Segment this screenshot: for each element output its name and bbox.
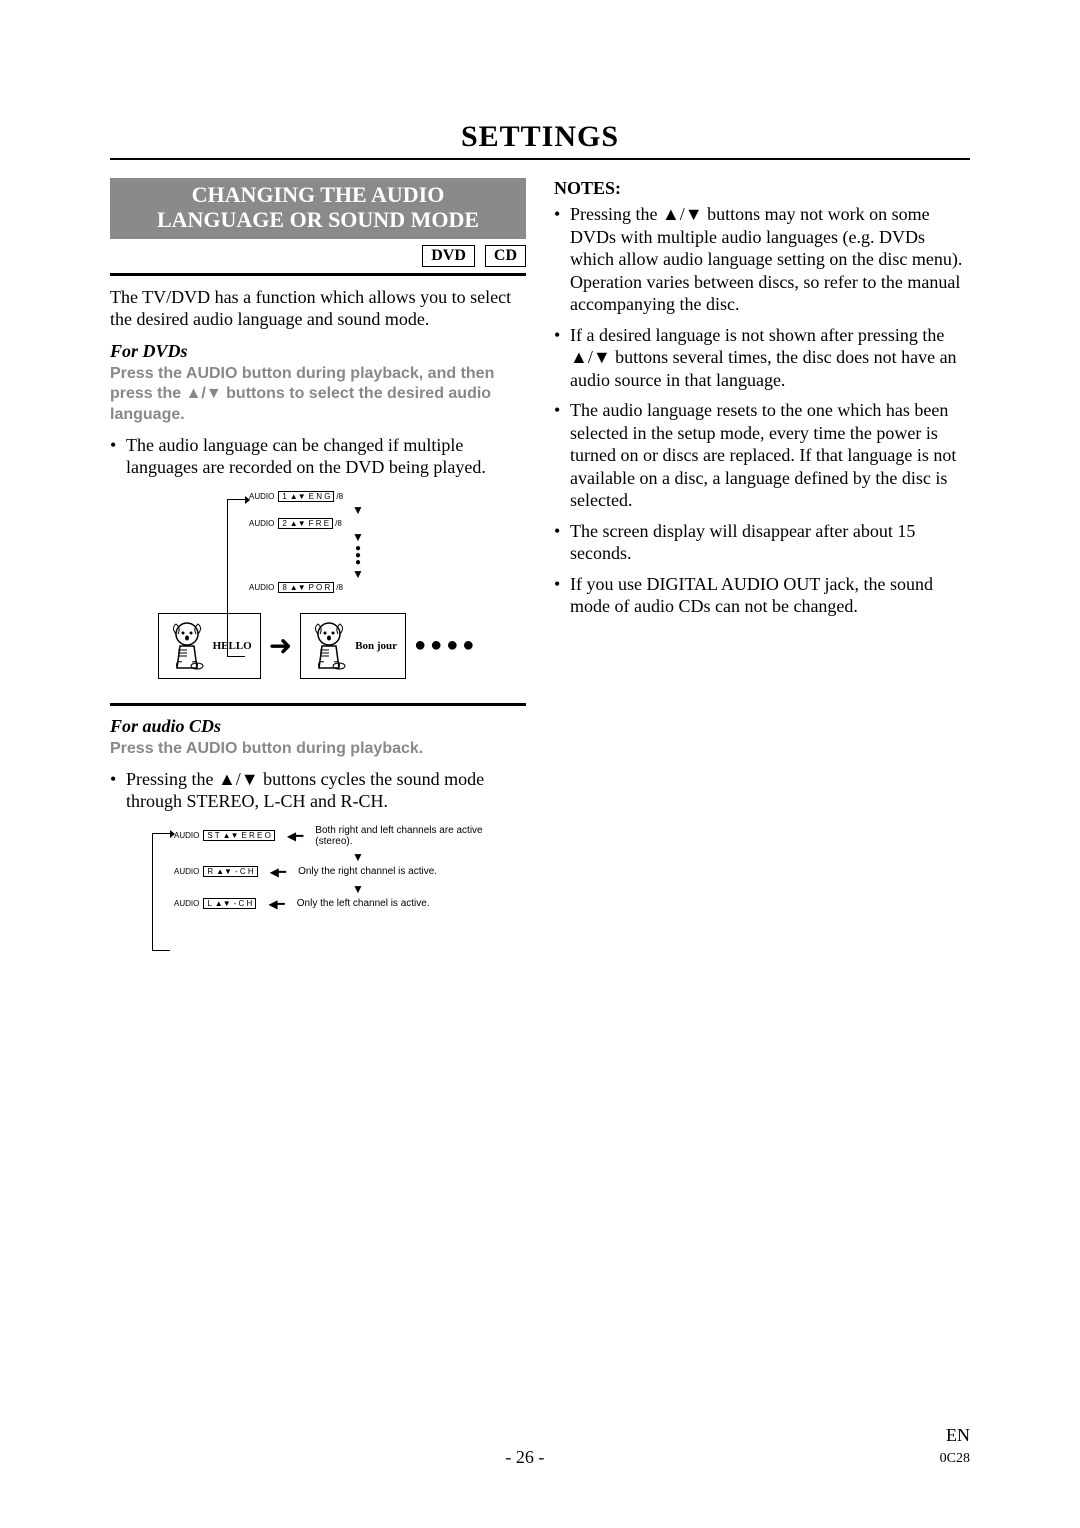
audio-label: AUDIO: [174, 831, 199, 840]
cd-desc: Only the left channel is active.: [297, 898, 508, 909]
dots-icon: ●●●●: [414, 634, 478, 657]
list-item: If you use DIGITAL AUDIO OUT jack, the s…: [554, 573, 970, 618]
cd-desc: Both right and left channels are active …: [315, 825, 508, 847]
list-item: Pressing the ▲/▼ buttons cycles the soun…: [110, 768, 526, 813]
section-header: CHANGING THE AUDIO LANGUAGE OR SOUND MOD…: [110, 178, 526, 239]
audio-label: AUDIO: [249, 583, 274, 592]
cd-desc: Only the right channel is active.: [298, 866, 508, 877]
down-arrow-icon: ▼: [208, 883, 508, 895]
loop-arrow-icon: [152, 833, 170, 951]
audio-num: 1: [282, 492, 286, 501]
divider: [110, 703, 526, 706]
audio-num: 2: [282, 519, 286, 528]
speech-bonjour: Bon jour: [355, 640, 397, 652]
intro-text: The TV/DVD has a function which allows y…: [110, 286, 526, 331]
right-column: NOTES: Pressing the ▲/▼ buttons may not …: [554, 178, 970, 933]
audio-box: S T ▲▼ E R E O: [203, 830, 275, 841]
audio-box: 1 ▲▼ E N G: [278, 491, 334, 502]
audio-num: R: [207, 867, 213, 876]
cd-audio-diagram: AUDIO S T ▲▼ E R E O ◀━ Both right and l…: [110, 825, 526, 915]
footer-code: 0C28: [940, 1451, 970, 1466]
disc-tag-cd: CD: [485, 245, 526, 267]
loop-arrow-icon: [227, 499, 245, 657]
page-footer: - 26 - EN 0C28: [110, 1425, 970, 1468]
speech-box-hello: HELLO: [158, 613, 261, 679]
for-dvds-instruction: Press the AUDIO button during playback, …: [110, 364, 526, 426]
girl-icon: [167, 620, 207, 672]
down-arrow-icon: ▼: [208, 851, 508, 863]
audio-label: AUDIO: [249, 519, 274, 528]
audio-code: F R E: [309, 519, 329, 528]
audio-num: 8: [282, 583, 286, 592]
for-cds-bullets: Pressing the ▲/▼ buttons cycles the soun…: [110, 768, 526, 813]
audio-num: L: [207, 899, 211, 908]
left-arrow-icon: ◀━: [268, 897, 284, 911]
notes-heading: NOTES:: [554, 178, 970, 199]
page-title: SETTINGS: [110, 120, 970, 160]
audio-box: R ▲▼ - C H: [203, 866, 257, 877]
disc-tags: DVD CD: [110, 245, 526, 267]
audio-code: E R E O: [242, 831, 271, 840]
language-illustration: HELLO ➜ Bon jour ●●●●: [110, 613, 526, 679]
audio-label: AUDIO: [249, 492, 274, 501]
down-arrow-icon: ▼: [283, 568, 433, 580]
audio-code: - C H: [235, 867, 254, 876]
footer-lang: EN: [946, 1425, 970, 1445]
audio-num: S T: [207, 831, 219, 840]
audio-label: AUDIO: [174, 867, 199, 876]
page-number: - 26 -: [505, 1447, 544, 1468]
speech-box-bonjour: Bon jour: [300, 613, 406, 679]
for-cds-heading: For audio CDs: [110, 716, 526, 737]
right-arrow-icon: ➜: [269, 629, 292, 663]
audio-box: L ▲▼ - C H: [203, 898, 256, 909]
left-column: CHANGING THE AUDIO LANGUAGE OR SOUND MOD…: [110, 178, 526, 933]
triangle-icon: ▲▼: [223, 831, 239, 840]
audio-label: AUDIO: [174, 899, 199, 908]
audio-box: 2 ▲▼ F R E: [278, 518, 333, 529]
down-arrow-icon: ▼: [283, 504, 433, 516]
audio-suffix: /8: [335, 519, 342, 528]
left-arrow-icon: ◀━: [287, 829, 303, 843]
section-header-line1: CHANGING THE AUDIO: [192, 182, 445, 207]
triangle-icon: ▲▼: [290, 583, 306, 592]
disc-tag-dvd: DVD: [422, 245, 475, 267]
triangle-icon: ▲▼: [290, 519, 306, 528]
triangle-icon: ▲▼: [215, 899, 231, 908]
audio-code: P O R: [309, 583, 331, 592]
for-cds-instruction: Press the AUDIO button during playback.: [110, 739, 526, 760]
for-dvds-heading: For DVDs: [110, 341, 526, 362]
audio-suffix: /8: [336, 492, 343, 501]
list-item: If a desired language is not shown after…: [554, 324, 970, 392]
section-header-line2: LANGUAGE OR SOUND MODE: [157, 207, 479, 232]
vertical-dots-icon: ●●●: [283, 545, 433, 566]
down-arrow-icon: ▼: [283, 531, 433, 543]
left-arrow-icon: ◀━: [270, 865, 286, 879]
for-dvds-bullets: The audio language can be changed if mul…: [110, 434, 526, 479]
audio-box: 8 ▲▼ P O R: [278, 582, 334, 593]
audio-suffix: /8: [336, 583, 343, 592]
list-item: The screen display will disappear after …: [554, 520, 970, 565]
audio-code: E N G: [309, 492, 331, 501]
list-item: Pressing the ▲/▼ buttons may not work on…: [554, 203, 970, 316]
list-item: The audio language resets to the one whi…: [554, 399, 970, 512]
notes-list: Pressing the ▲/▼ buttons may not work on…: [554, 203, 970, 618]
dvd-audio-diagram: AUDIO 1 ▲▼ E N G /8 ▼ AUDIO 2 ▲▼ F R E: [110, 491, 526, 593]
girl-icon: [309, 620, 349, 672]
divider: [110, 273, 526, 276]
triangle-icon: ▲▼: [290, 492, 306, 501]
audio-code: - C H: [234, 899, 253, 908]
triangle-icon: ▲▼: [216, 867, 232, 876]
list-item: The audio language can be changed if mul…: [110, 434, 526, 479]
